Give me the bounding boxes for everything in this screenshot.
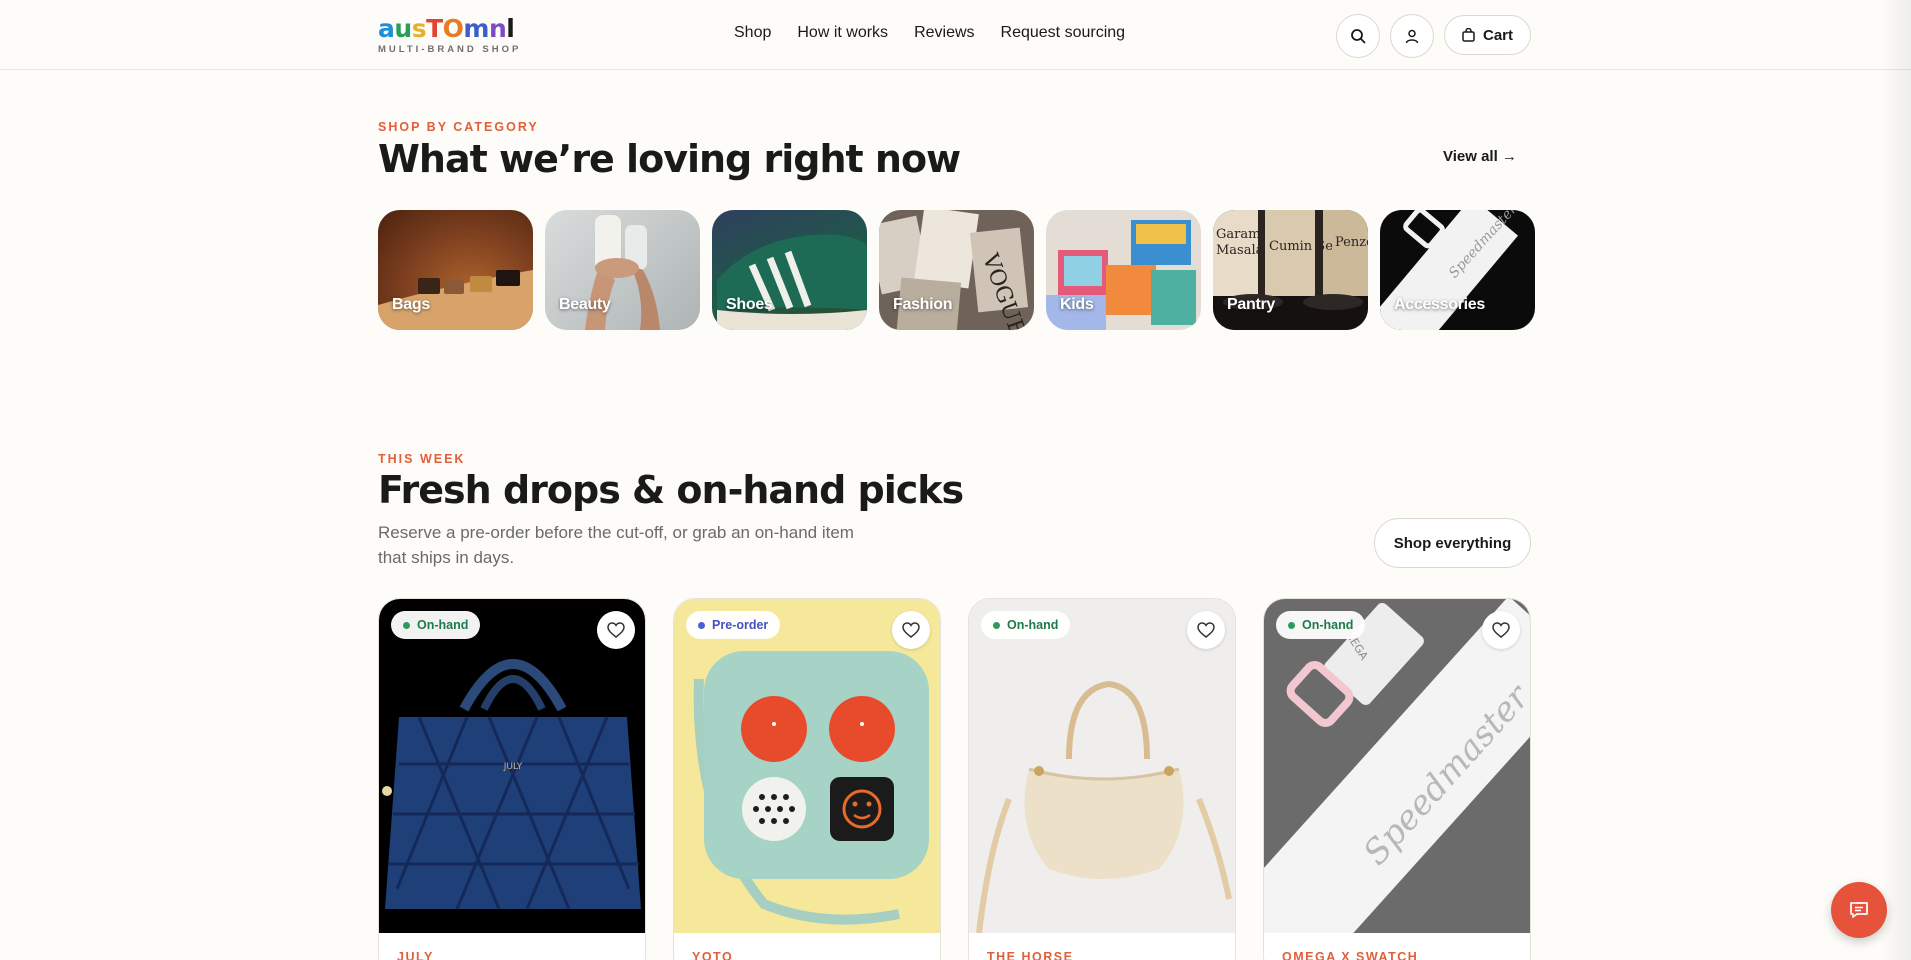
logo[interactable]: ausTOmnl MULTI-BRAND SHOP — [378, 14, 521, 55]
product-image: OMEGA Speedmaster On-hand — [1264, 599, 1530, 933]
category-card-beauty[interactable]: Beauty — [545, 210, 700, 330]
nav-shop[interactable]: Shop — [734, 24, 771, 42]
wishlist-button[interactable] — [1482, 611, 1520, 649]
chat-icon — [1850, 902, 1868, 918]
main-nav: Shop How it works Reviews Request sourci… — [734, 24, 1125, 42]
product-image: On-hand — [969, 599, 1235, 933]
shop-everything-button[interactable]: Shop everything — [1374, 518, 1531, 568]
view-all-link[interactable]: View all → — [1443, 148, 1517, 165]
product-card[interactable]: JULY On-hand JULY — [378, 598, 646, 960]
heart-icon — [1492, 622, 1510, 638]
shopping-bag-icon — [1462, 28, 1475, 42]
category-label: Beauty — [559, 296, 611, 313]
heart-icon — [1197, 622, 1215, 638]
products-eyebrow: THIS WEEK — [378, 452, 466, 466]
svg-text:Masala: Masala — [1216, 243, 1264, 258]
wishlist-button[interactable] — [1187, 611, 1225, 649]
category-eyebrow: SHOP BY CATEGORY — [378, 120, 539, 134]
product-image: Pre-order — [674, 599, 940, 933]
category-label: Shoes — [726, 296, 773, 313]
product-card[interactable]: OMEGA Speedmaster On-hand OMEGA X SWATCH — [1263, 598, 1531, 960]
wishlist-button[interactable] — [597, 611, 635, 649]
category-list: Bags Beauty Shoes VOGUE Fashion Kids Gar… — [378, 210, 1535, 330]
user-icon — [1405, 29, 1419, 43]
stock-badge: On-hand — [1276, 611, 1366, 639]
svg-text:Cumin Se: Cumin Se — [1269, 239, 1333, 254]
search-button[interactable] — [1336, 14, 1380, 58]
chat-button[interactable] — [1831, 882, 1887, 938]
stock-badge: On-hand — [981, 611, 1071, 639]
cart-label: Cart — [1482, 26, 1513, 44]
logo-tagline: MULTI-BRAND SHOP — [378, 44, 522, 55]
search-icon — [1351, 29, 1366, 44]
category-label: Fashion — [893, 296, 953, 313]
product-card[interactable]: Pre-order YOTO — [673, 598, 941, 960]
viewport-edge-shadow — [1880, 0, 1911, 960]
product-brand: OMEGA X SWATCH — [1282, 950, 1419, 960]
category-label: Pantry — [1227, 296, 1275, 313]
nav-request-sourcing[interactable]: Request sourcing — [1001, 24, 1126, 42]
logo-wordmark: ausTOmnl — [378, 14, 515, 43]
category-card-shoes[interactable]: Shoes — [712, 210, 867, 330]
product-brand: JULY — [397, 950, 434, 960]
site-header: ausTOmnl MULTI-BRAND SHOP Shop How it wo… — [0, 0, 1911, 70]
wishlist-button[interactable] — [892, 611, 930, 649]
stock-badge: On-hand — [391, 611, 481, 639]
nav-how-it-works[interactable]: How it works — [797, 24, 888, 42]
nav-reviews[interactable]: Reviews — [914, 24, 974, 42]
category-label: Accessories — [1394, 296, 1485, 313]
category-card-accessories[interactable]: Speedmaster Accessories — [1380, 210, 1535, 330]
category-label: Kids — [1060, 296, 1094, 313]
product-brand: THE HORSE — [987, 950, 1074, 960]
category-card-bags[interactable]: Bags — [378, 210, 533, 330]
stock-badge: Pre-order — [686, 611, 781, 639]
heart-icon — [902, 622, 920, 638]
product-card[interactable]: On-hand THE HORSE — [968, 598, 1236, 960]
svg-text:Penze: Penze — [1335, 235, 1368, 250]
account-button[interactable] — [1390, 14, 1434, 58]
svg-text:JULY: JULY — [503, 762, 523, 772]
products-subtitle: Reserve a pre-order before the cut-off, … — [378, 523, 854, 567]
cart-button[interactable]: Cart — [1444, 15, 1531, 55]
product-grid: JULY On-hand JULY Pre-order YOTO On-hand… — [378, 598, 1531, 960]
product-image: JULY On-hand — [379, 599, 645, 933]
heart-icon — [607, 622, 625, 638]
product-brand: YOTO — [692, 950, 734, 960]
category-card-kids[interactable]: Kids — [1046, 210, 1201, 330]
category-card-fashion[interactable]: VOGUE Fashion — [879, 210, 1034, 330]
svg-text:Garam: Garam — [1216, 227, 1260, 242]
category-card-pantry[interactable]: Garam Masala Cumin Se Penze Pantry — [1213, 210, 1368, 330]
products-title: Fresh drops & on-hand picks — [378, 468, 964, 512]
category-label: Bags — [392, 296, 430, 313]
category-title: What we’re loving right now — [378, 137, 961, 181]
